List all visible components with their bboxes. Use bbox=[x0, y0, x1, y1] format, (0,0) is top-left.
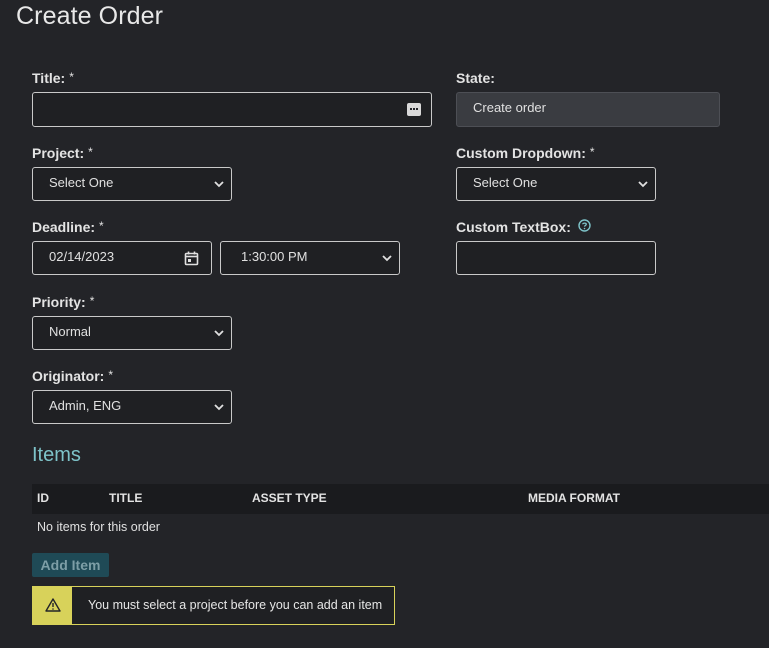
create-order-page: Create Order Title: * State: Create order… bbox=[0, 0, 769, 648]
deadline-time-select[interactable]: 1:30:00 PM bbox=[220, 241, 400, 275]
column-header-title[interactable]: TITLE bbox=[109, 491, 142, 505]
required-marker: * bbox=[108, 368, 114, 382]
title-input[interactable] bbox=[32, 92, 432, 127]
more-options-icon[interactable] bbox=[407, 103, 421, 116]
custom-textbox-label: Custom TextBox: bbox=[456, 219, 571, 235]
chevron-down-icon bbox=[214, 330, 224, 337]
chevron-down-icon bbox=[214, 404, 224, 411]
custom-textbox-input[interactable] bbox=[456, 241, 656, 275]
priority-label-text: Priority: bbox=[32, 294, 86, 310]
project-select[interactable]: Select One bbox=[32, 167, 232, 201]
items-heading: Items bbox=[32, 444, 81, 466]
help-icon[interactable] bbox=[578, 219, 591, 232]
originator-select[interactable]: Admin, ENG bbox=[32, 390, 232, 424]
deadline-time-value: 1:30:00 PM bbox=[241, 249, 308, 264]
chevron-down-icon bbox=[638, 181, 648, 188]
project-value: Select One bbox=[49, 175, 114, 190]
items-table-header: ID TITLE ASSET TYPE MEDIA FORMAT bbox=[32, 484, 769, 514]
originator-label-text: Originator: bbox=[32, 368, 105, 384]
state-label: State: bbox=[456, 70, 495, 86]
column-header-asset-type[interactable]: ASSET TYPE bbox=[252, 491, 327, 505]
add-item-button[interactable]: Add Item bbox=[32, 553, 109, 577]
deadline-date-value: 02/14/2023 bbox=[49, 249, 115, 264]
required-marker: * bbox=[88, 145, 93, 159]
deadline-label-text: Deadline: bbox=[32, 219, 96, 235]
priority-value: Normal bbox=[49, 324, 91, 339]
warning-alert: You must select a project before you can… bbox=[32, 586, 395, 625]
required-marker: * bbox=[69, 70, 74, 84]
custom-dropdown-label: Custom Dropdown: * bbox=[456, 145, 595, 161]
warning-icon-cell bbox=[33, 587, 72, 624]
required-marker: * bbox=[89, 294, 95, 308]
state-value: Create order bbox=[473, 100, 546, 115]
state-field: Create order bbox=[456, 92, 720, 127]
deadline-label: Deadline: * bbox=[32, 219, 104, 235]
project-label-text: Project: bbox=[32, 145, 85, 161]
required-marker: * bbox=[99, 219, 104, 233]
chevron-down-icon bbox=[214, 181, 224, 188]
column-header-id[interactable]: ID bbox=[37, 491, 49, 505]
page-title: Create Order bbox=[16, 2, 164, 30]
project-label: Project: * bbox=[32, 145, 93, 161]
custom-dropdown-value: Select One bbox=[473, 175, 538, 190]
column-header-media-format[interactable]: MEDIA FORMAT bbox=[528, 491, 620, 505]
calendar-icon[interactable] bbox=[184, 251, 199, 266]
chevron-down-icon bbox=[382, 255, 392, 262]
warning-icon bbox=[45, 598, 61, 612]
empty-items-message: No items for this order bbox=[37, 520, 160, 534]
warning-message: You must select a project before you can… bbox=[88, 598, 383, 612]
title-label-text: Title: bbox=[32, 70, 66, 86]
custom-dropdown-label-text: Custom Dropdown: bbox=[456, 145, 586, 161]
custom-dropdown-select[interactable]: Select One bbox=[456, 167, 656, 201]
title-label: Title: * bbox=[32, 70, 74, 86]
required-marker: * bbox=[589, 145, 595, 159]
deadline-date-input[interactable]: 02/14/2023 bbox=[32, 241, 212, 275]
priority-select[interactable]: Normal bbox=[32, 316, 232, 350]
originator-label: Originator: * bbox=[32, 368, 113, 384]
originator-value: Admin, ENG bbox=[49, 398, 122, 413]
priority-label: Priority: * bbox=[32, 294, 94, 310]
